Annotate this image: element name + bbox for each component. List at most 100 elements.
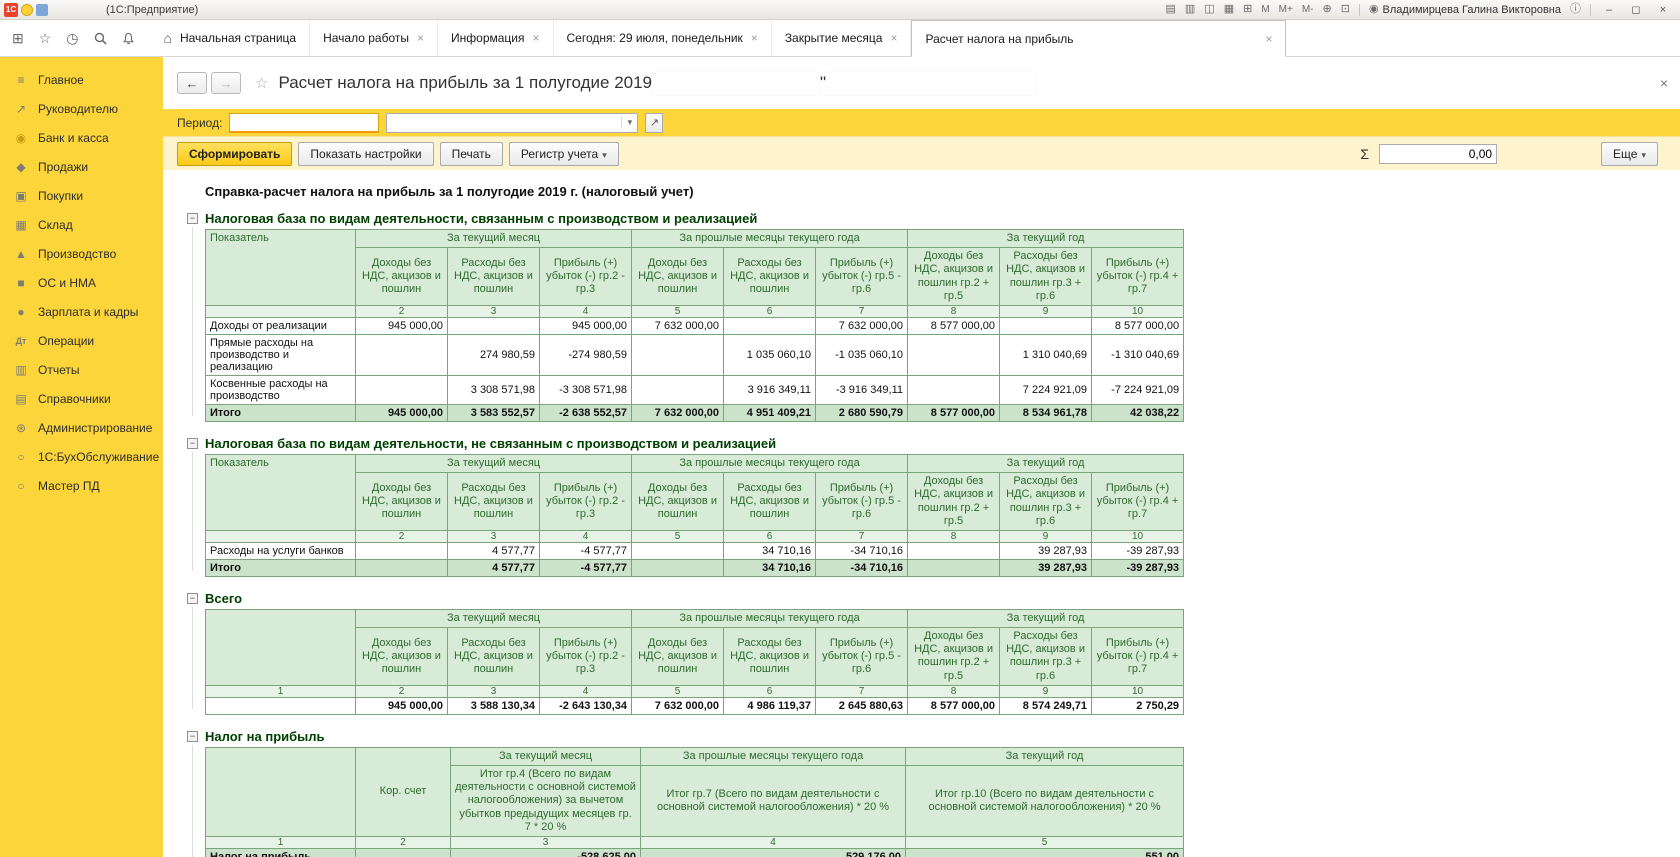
sidebar-item-manager[interactable]: ↗ Руководителю bbox=[0, 94, 163, 123]
print-button[interactable]: Печать bbox=[439, 141, 503, 166]
report-title: Справка-расчет налога на прибыль за 1 по… bbox=[205, 184, 694, 199]
sidebar-item-buh-service[interactable]: ○ 1С:БухОбслуживание bbox=[0, 442, 163, 471]
column-header: Прибыль (+) убыток (-) гр.5 - гр.6 bbox=[815, 472, 909, 531]
close-icon[interactable]: × bbox=[751, 31, 758, 45]
memory-mplus-button[interactable]: M+ bbox=[1279, 4, 1293, 15]
close-icon[interactable]: × bbox=[417, 31, 424, 45]
close-form-button[interactable]: × bbox=[1660, 75, 1668, 91]
collapse-toggle[interactable]: − bbox=[187, 592, 198, 604]
column-header: Прибыль (+) убыток (-) гр.4 + гр.7 bbox=[1091, 472, 1185, 531]
show-settings-button[interactable]: Показать настройки bbox=[298, 141, 434, 166]
zoom-icon[interactable]: ⊕ bbox=[1323, 4, 1332, 15]
sidebar-item-operations[interactable]: Дт Операции bbox=[0, 326, 163, 355]
sidebar-item-sales[interactable]: ◆ Продажи bbox=[0, 152, 163, 181]
period-row: Период: ▾ ↗ bbox=[163, 109, 1680, 136]
calculator-icon[interactable]: ⊞ bbox=[1243, 4, 1252, 15]
tax-base-nonproduction-table: Показатель За текущий месяц За прошлые м… bbox=[205, 453, 1185, 577]
table-cell: 34 710,16 bbox=[723, 558, 817, 577]
notifications-bell-icon[interactable] bbox=[122, 32, 135, 45]
table-cell: 3 583 552,57 bbox=[447, 403, 540, 422]
column-header: Расходы без НДС, акцизов и пошлин bbox=[723, 627, 817, 686]
collapse-toggle[interactable]: − bbox=[187, 437, 198, 449]
column-number: 1 bbox=[205, 684, 356, 698]
chevron-down-icon[interactable]: ▾ bbox=[621, 117, 637, 128]
memory-mminus-button[interactable]: M- bbox=[1302, 4, 1314, 15]
close-icon[interactable]: × bbox=[890, 31, 897, 45]
column-number: 3 bbox=[447, 529, 540, 543]
restore-button[interactable]: ◻ bbox=[1627, 3, 1645, 16]
section-tax-base-nonproduction: − Налоговая база по видам деятельности, … bbox=[187, 436, 1680, 577]
favorites-star-icon[interactable]: ☆ bbox=[39, 31, 52, 45]
form-header: ← → ☆ Расчет налога на прибыль за 1 полу… bbox=[163, 57, 1680, 109]
group-header: За текущий год bbox=[907, 608, 1185, 629]
collapse-toggle[interactable]: − bbox=[187, 213, 198, 224]
period-input[interactable] bbox=[229, 112, 380, 133]
save-icon[interactable]: ▤ bbox=[1165, 4, 1175, 15]
sidebar-item-fixed-assets[interactable]: ■ ОС и НМА bbox=[0, 268, 163, 297]
table-row: Доходы от реализации 945 000,00 945 000,00… bbox=[205, 316, 1185, 335]
table-cell: -274 980,59 bbox=[538, 333, 633, 376]
back-button[interactable]: ← bbox=[177, 72, 207, 94]
sidebar-item-label: Производство bbox=[38, 246, 117, 261]
section-income-tax: − Налог на прибыль Кор. счет За текущий … bbox=[187, 729, 1680, 857]
generate-button[interactable]: Сформировать bbox=[177, 141, 293, 166]
sections-sidebar: ≡ Главное ↗ Руководителю ◉ Банк и касса ◆ Пр… bbox=[0, 57, 163, 857]
sidebar-item-reports[interactable]: ▥ Отчеты bbox=[0, 355, 163, 384]
table-cell bbox=[447, 316, 540, 335]
memory-m-button[interactable]: M bbox=[1261, 4, 1269, 15]
group-header: За текущий год bbox=[907, 453, 1185, 474]
sidebar-item-master-pd[interactable]: ○ Мастер ПД bbox=[0, 471, 163, 500]
tab-income-tax-calc[interactable]: Расчет налога на прибыль × bbox=[911, 20, 1287, 57]
coin-icon: ◉ bbox=[15, 130, 27, 145]
forward-button[interactable]: → bbox=[211, 72, 241, 94]
table-cell: -528 625,00 bbox=[450, 847, 641, 857]
main-menu-icon[interactable]: ⊞ bbox=[12, 31, 24, 45]
group-header: За прошлые месяцы текущего года bbox=[631, 228, 909, 249]
tab-home[interactable]: ⌂ Начальная страница bbox=[151, 20, 311, 56]
sidebar-item-purchases[interactable]: ▣ Покупки bbox=[0, 181, 163, 210]
info-icon[interactable]: ⓘ bbox=[1570, 4, 1581, 15]
minimize-button[interactable]: – bbox=[1600, 4, 1618, 16]
open-link-button[interactable]: ↗ bbox=[645, 112, 664, 133]
column-number: 3 bbox=[447, 684, 540, 698]
sidebar-item-administration[interactable]: ⊛ Администрирование bbox=[0, 413, 163, 442]
print-icon[interactable]: ▥ bbox=[1185, 4, 1195, 15]
sum-field[interactable] bbox=[1379, 143, 1498, 164]
column-header: Доходы без НДС, акцизов и пошлин гр.2 + … bbox=[907, 247, 1001, 306]
table-cell bbox=[907, 558, 1001, 577]
table-cell bbox=[999, 316, 1093, 335]
register-button[interactable]: Регистр учета ▾ bbox=[508, 141, 619, 166]
group-header: За прошлые месяцы текущего года bbox=[631, 453, 909, 474]
history-icon[interactable]: ◷ bbox=[66, 31, 78, 45]
row-label: Итого bbox=[205, 558, 356, 577]
sidebar-item-catalogs[interactable]: ▤ Справочники bbox=[0, 384, 163, 413]
column-header: Прибыль (+) убыток (-) гр.4 + гр.7 bbox=[1091, 247, 1185, 306]
collapse-toggle[interactable]: − bbox=[187, 730, 198, 742]
organization-combo[interactable]: ▾ bbox=[386, 112, 639, 133]
close-icon[interactable]: × bbox=[533, 31, 540, 45]
favorite-star-icon[interactable]: ☆ bbox=[255, 74, 268, 92]
sales-icon: ◆ bbox=[16, 159, 26, 174]
sidebar-item-production[interactable]: ▲ Производство bbox=[0, 239, 163, 268]
tab-month-closing[interactable]: Закрытие месяца × bbox=[772, 20, 912, 56]
fullscreen-icon[interactable]: ⊡ bbox=[1341, 4, 1350, 15]
tab-information[interactable]: Информация × bbox=[438, 20, 554, 56]
print-preview-icon[interactable]: ◫ bbox=[1204, 4, 1214, 15]
row-label: Налог на прибыль bbox=[205, 847, 356, 857]
sidebar-item-label: Администрирование bbox=[38, 420, 153, 435]
sidebar-item-bank-cash[interactable]: ◉ Банк и касса bbox=[0, 123, 163, 152]
close-icon[interactable]: × bbox=[1265, 32, 1272, 46]
current-user[interactable]: ◉ Владимирцева Галина Викторовна bbox=[1369, 4, 1561, 16]
sidebar-item-warehouse[interactable]: ▦ Склад bbox=[0, 210, 163, 239]
more-button[interactable]: Еще ▾ bbox=[1601, 141, 1658, 166]
tab-today[interactable]: Сегодня: 29 июля, понедельник × bbox=[554, 20, 772, 56]
column-header: Показатель bbox=[205, 229, 356, 306]
column-header: Доходы без НДС, акцизов и пошлин гр.2 + … bbox=[907, 627, 1001, 686]
table-cell: 8 577 000,00 bbox=[907, 316, 1001, 335]
calendar-icon[interactable]: ▦ bbox=[1224, 4, 1234, 15]
sidebar-item-main[interactable]: ≡ Главное bbox=[0, 65, 163, 94]
tab-start-work[interactable]: Начало работы × bbox=[310, 20, 439, 56]
search-icon[interactable] bbox=[94, 32, 107, 45]
sidebar-item-salary-hr[interactable]: ● Зарплата и кадры bbox=[0, 297, 163, 326]
close-window-button[interactable]: × bbox=[1654, 4, 1672, 16]
